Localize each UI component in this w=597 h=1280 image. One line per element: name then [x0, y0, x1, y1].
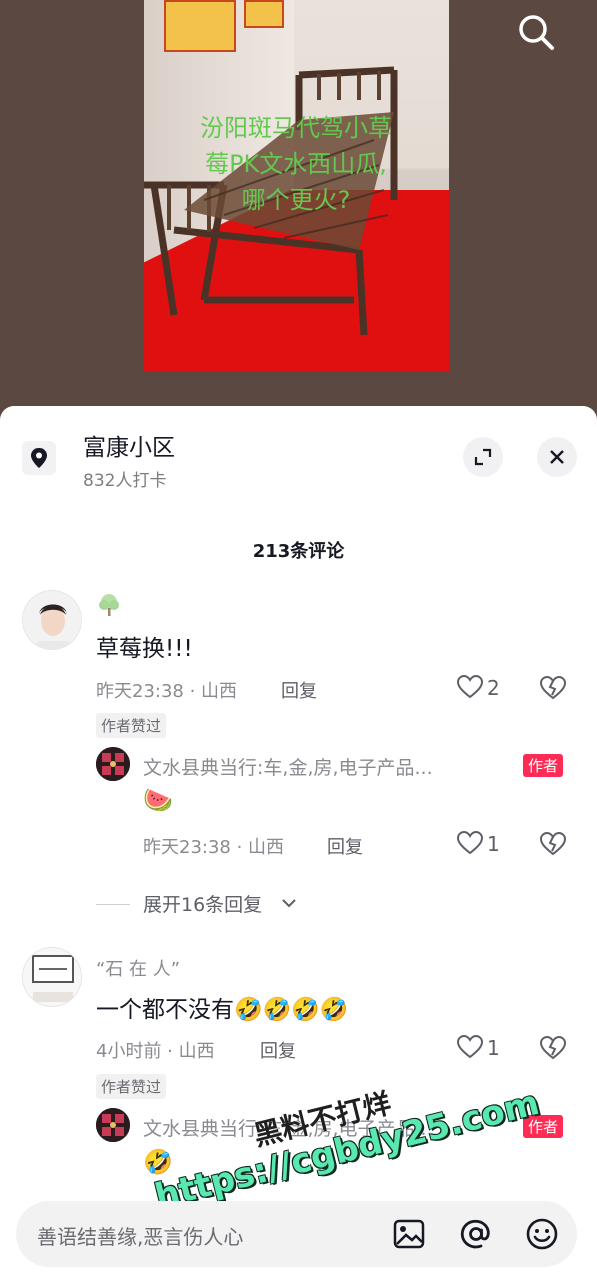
- expand-button[interactable]: [463, 437, 503, 477]
- image-icon: [393, 1219, 425, 1249]
- image-button[interactable]: [390, 1215, 428, 1253]
- search-button[interactable]: [514, 10, 558, 54]
- reply-avatar-logo: [96, 1108, 130, 1142]
- avatar-face: [23, 591, 81, 649]
- heart-icon: [456, 674, 484, 699]
- dislike-button[interactable]: [538, 829, 568, 859]
- overlay-line: 莓PK文水西山瓜,: [205, 150, 387, 178]
- broken-heart-icon: [539, 831, 567, 856]
- avatar-frame: [23, 948, 81, 1006]
- avatar[interactable]: [22, 947, 82, 1007]
- overlay-line: 哪个更火?: [241, 186, 351, 214]
- heart-icon: [456, 1034, 484, 1059]
- comment-input-bar[interactable]: 善语结善缘,恶言伤人心: [16, 1201, 577, 1267]
- tree-icon: [99, 594, 119, 616]
- like-button[interactable]: 1: [455, 828, 515, 862]
- reply-author-name[interactable]: 文水县典当行:车,金,房,电子产品...: [143, 753, 515, 780]
- location-checkins: 832人打卡: [83, 471, 167, 491]
- commenter-name[interactable]: “石 在 人”: [96, 955, 180, 981]
- mention-button[interactable]: [457, 1215, 495, 1253]
- search-icon: [519, 15, 554, 50]
- reply-avatar-logo: [96, 747, 130, 781]
- close-icon: [550, 450, 564, 464]
- location-name[interactable]: 富康小区: [83, 428, 175, 462]
- dislike-button[interactable]: [538, 673, 568, 703]
- author-tag: 作者: [523, 754, 564, 777]
- close-button[interactable]: [537, 437, 577, 477]
- emoji-icon: [526, 1218, 558, 1250]
- comment-text: 一个都不没有🤣🤣🤣🤣: [96, 997, 349, 1023]
- comment-text: 草莓换!!!: [96, 636, 193, 662]
- expand-icon: [474, 448, 492, 466]
- author-liked-badge: 作者赞过: [96, 713, 167, 738]
- video-overlay-text: 汾阳斑马代驾小草 莓PK文水西山瓜, 哪个更火?: [150, 110, 442, 218]
- reply-button[interactable]: 回复: [260, 1037, 296, 1063]
- like-button[interactable]: 2: [455, 672, 515, 706]
- reply-emoji: 🤣: [143, 1148, 173, 1176]
- emoji-button[interactable]: [523, 1215, 561, 1253]
- like-count: 1: [487, 1036, 500, 1060]
- reply-time-region: 昨天23:38 · 山西: [143, 837, 285, 858]
- comment-input-placeholder[interactable]: 善语结善缘,恶言伤人心: [37, 1221, 243, 1250]
- chevron-down-icon: [282, 899, 296, 908]
- reply-button[interactable]: 回复: [281, 677, 317, 703]
- reply-button[interactable]: 回复: [327, 833, 363, 859]
- overlay-line: 汾阳斑马代驾小草: [200, 114, 392, 142]
- heart-icon: [456, 830, 484, 855]
- reply-emoji: 🍉: [143, 786, 173, 814]
- avatar[interactable]: [22, 590, 82, 650]
- reply-avatar[interactable]: [96, 1108, 130, 1142]
- broken-heart-icon: [539, 675, 567, 700]
- expand-replies-label: 展开16条回复: [143, 894, 263, 916]
- dislike-button[interactable]: [538, 1033, 568, 1063]
- comment-time-region: 昨天23:38 · 山西: [96, 681, 238, 702]
- reply-avatar[interactable]: [96, 747, 130, 781]
- divider: [96, 904, 130, 905]
- author-liked-badge: 作者赞过: [96, 1074, 167, 1099]
- broken-heart-icon: [539, 1035, 567, 1060]
- comment-count: 213条评论: [252, 541, 345, 562]
- at-icon: [460, 1219, 490, 1249]
- like-button[interactable]: 1: [455, 1032, 515, 1066]
- location-pin-icon: [22, 441, 56, 475]
- like-count: 1: [487, 832, 500, 856]
- comment-time-region: 4小时前 · 山西: [96, 1041, 215, 1062]
- like-count: 2: [487, 676, 500, 700]
